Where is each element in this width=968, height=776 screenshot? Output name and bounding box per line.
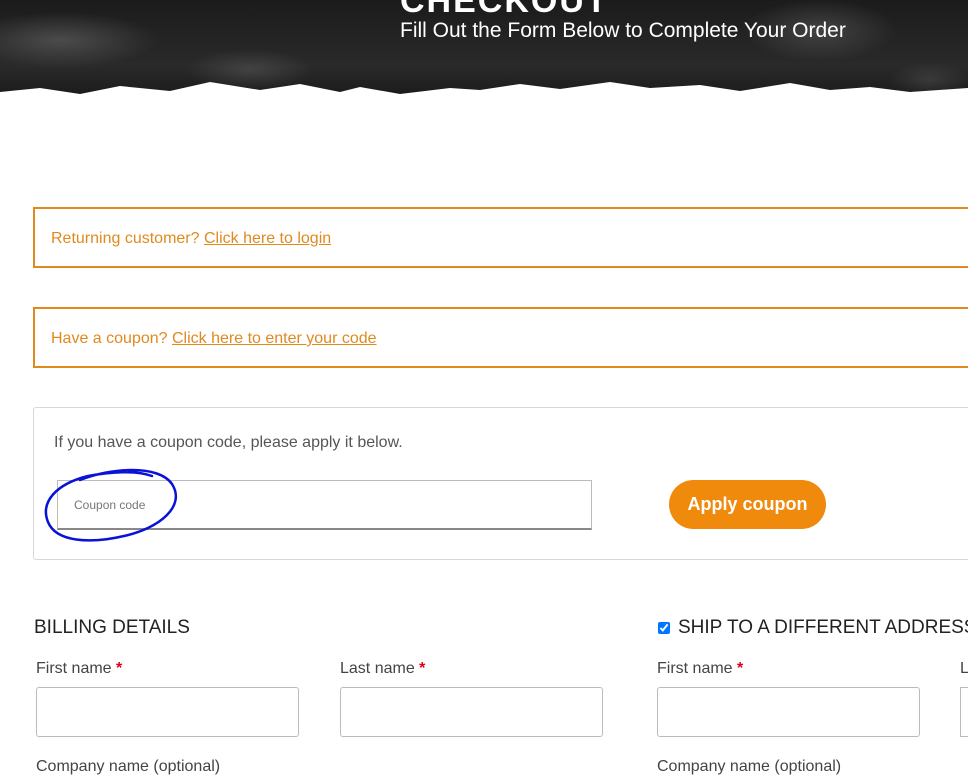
header-banner: CHECKOUT Fill Out the Form Below to Comp… xyxy=(0,0,968,110)
login-link[interactable]: Click here to login xyxy=(204,230,331,247)
billing-first-name-field[interactable] xyxy=(36,687,299,737)
billing-first-name-label: First name * xyxy=(36,660,123,677)
shipping-last-name-field[interactable] xyxy=(960,687,968,737)
coupon-form: If you have a coupon code, please apply … xyxy=(33,407,968,560)
shipping-first-name-label: First name * xyxy=(657,660,744,677)
coupon-hint: If you have a coupon code, please apply … xyxy=(54,434,403,451)
returning-customer-text: Returning customer? xyxy=(51,230,200,247)
ship-different-address-label: SHIP TO A DIFFERENT ADDRESS? xyxy=(678,617,968,638)
enter-coupon-link[interactable]: Click here to enter your code xyxy=(172,330,377,347)
billing-company-label: Company name (optional) xyxy=(36,758,221,775)
coupon-notice-text: Have a coupon? xyxy=(51,330,168,347)
shipping-company-label: Company name (optional) xyxy=(657,758,842,775)
shipping-last-name-label: L xyxy=(960,660,968,677)
shipping-first-name-field[interactable] xyxy=(657,687,920,737)
page-title: CHECKOUT xyxy=(400,0,609,20)
ship-different-address-checkbox[interactable] xyxy=(658,622,670,634)
returning-customer-notice: Returning customer? Click here to login xyxy=(33,207,968,268)
page-subtitle: Fill Out the Form Below to Complete Your… xyxy=(400,19,846,42)
ship-different-address: SHIP TO A DIFFERENT ADDRESS? xyxy=(657,617,968,639)
billing-details-title: BILLING DETAILS xyxy=(34,617,190,638)
billing-last-name-field[interactable] xyxy=(340,687,603,737)
apply-coupon-button[interactable]: Apply coupon xyxy=(669,480,826,529)
coupon-notice: Have a coupon? Click here to enter your … xyxy=(33,307,968,368)
billing-last-name-label: Last name * xyxy=(340,660,426,677)
coupon-code-input[interactable] xyxy=(57,480,592,530)
torn-paper-edge xyxy=(0,82,968,110)
